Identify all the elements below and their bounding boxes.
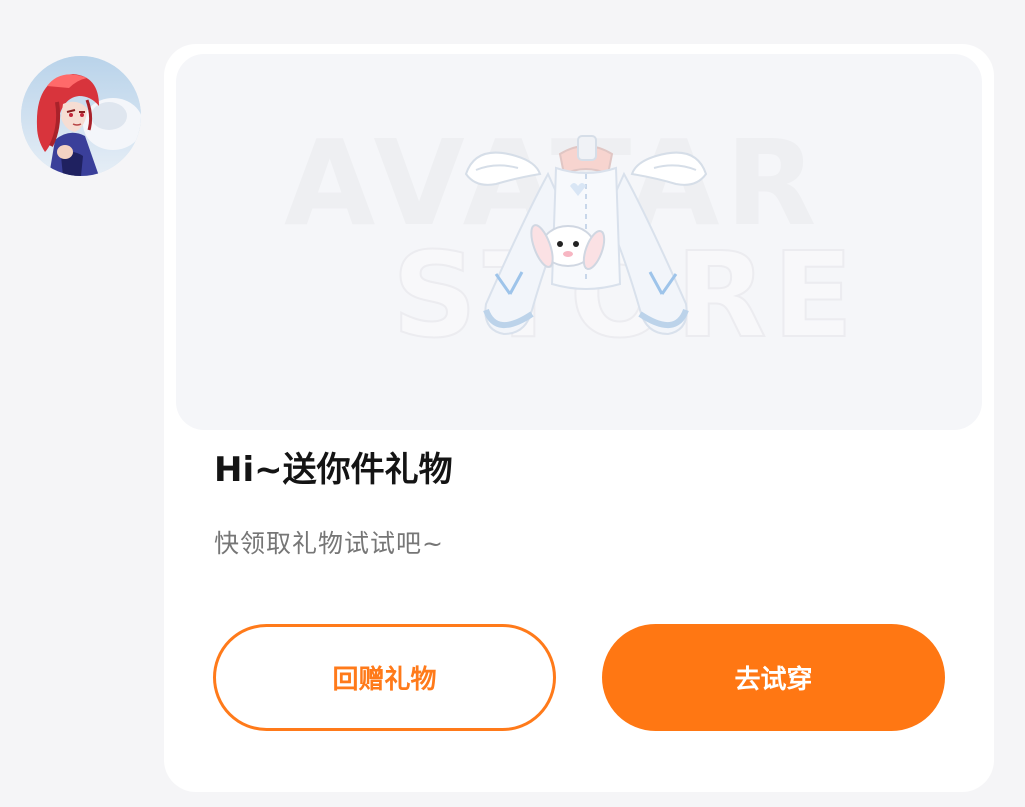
gift-card: AVATAR STORE Hi~送你件礼物 快领取礼物试试吧~ 回赠礼物 去试穿 [164,44,994,792]
return-gift-button[interactable]: 回赠礼物 [213,624,556,731]
gift-subtitle: 快领取礼物试试吧~ [214,529,444,558]
gift-title: Hi~送你件礼物 [214,450,453,490]
gift-banner[interactable]: AVATAR STORE [176,54,982,430]
sender-avatar[interactable] [21,56,141,176]
try-on-button[interactable]: 去试穿 [602,624,945,731]
character-avatar-icon [21,56,141,176]
bunny-outfit-icon [464,135,708,336]
chat-page: AVATAR STORE Hi~送你件礼物 快领取礼物试试吧~ 回赠礼物 去试穿 [0,0,1025,807]
